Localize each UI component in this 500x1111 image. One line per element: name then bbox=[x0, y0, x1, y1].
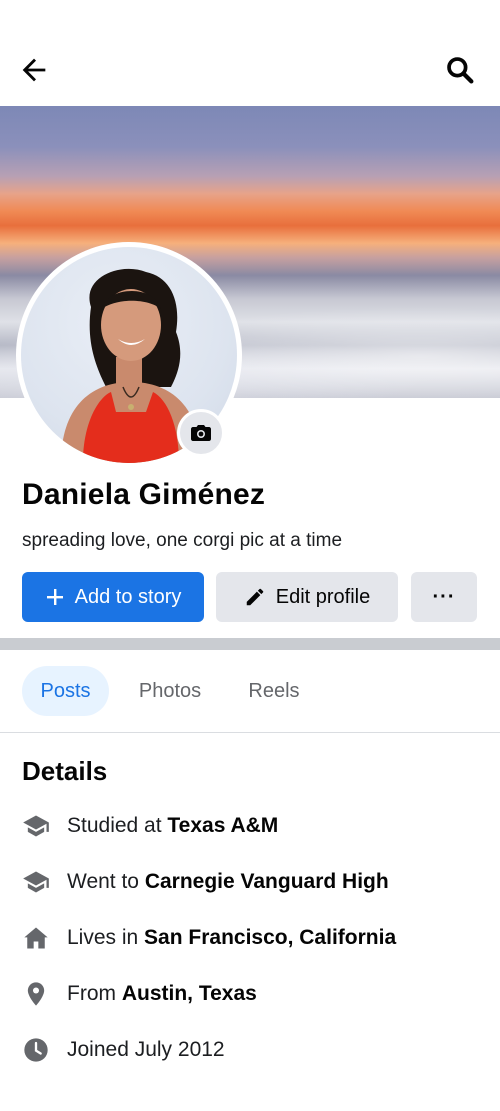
detail-value: San Francisco, California bbox=[144, 926, 397, 949]
edit-profile-label: Edit profile bbox=[275, 585, 371, 608]
profile-bio: spreading love, one corgi pic at a time bbox=[22, 530, 343, 551]
camera-icon bbox=[191, 425, 211, 441]
search-button[interactable] bbox=[438, 48, 482, 92]
detail-education-college[interactable]: Studied at Texas A&M bbox=[22, 810, 278, 842]
section-divider bbox=[0, 638, 500, 650]
tab-photos[interactable]: Photos bbox=[124, 666, 216, 716]
detail-prefix: Studied at bbox=[67, 814, 168, 837]
top-bar bbox=[0, 0, 500, 106]
details-heading: Details bbox=[22, 756, 108, 786]
detail-prefix: From bbox=[67, 982, 122, 1005]
location-pin-icon bbox=[22, 980, 50, 1008]
tab-reels[interactable]: Reels bbox=[232, 666, 316, 716]
graduation-cap-icon bbox=[22, 868, 50, 896]
more-options-button[interactable]: ··· bbox=[411, 572, 477, 622]
detail-prefix: Went to bbox=[67, 870, 145, 893]
plus-icon bbox=[46, 589, 63, 605]
detail-hometown[interactable]: From Austin, Texas bbox=[22, 978, 257, 1010]
detail-joined: Joined July 2012 bbox=[22, 1034, 225, 1066]
graduation-cap-icon bbox=[22, 812, 50, 840]
detail-prefix: Joined July 2012 bbox=[67, 1038, 225, 1061]
detail-value: Texas A&M bbox=[167, 814, 279, 837]
back-button[interactable] bbox=[12, 48, 56, 92]
profile-tabs: Posts Photos Reels bbox=[0, 650, 500, 732]
profile-name: Daniela Giménez bbox=[22, 478, 266, 511]
pencil-icon bbox=[246, 588, 264, 606]
add-to-story-button[interactable]: Add to story bbox=[22, 572, 204, 622]
detail-current-city[interactable]: Lives in San Francisco, California bbox=[22, 922, 396, 954]
clock-icon bbox=[22, 1036, 50, 1064]
add-to-story-label: Add to story bbox=[74, 585, 182, 608]
detail-value: Austin, Texas bbox=[121, 982, 257, 1005]
change-photo-button[interactable] bbox=[177, 409, 225, 457]
detail-value: Carnegie Vanguard High bbox=[144, 870, 389, 893]
arrow-left-icon bbox=[22, 58, 46, 82]
more-icon: ··· bbox=[432, 585, 456, 608]
tab-posts[interactable]: Posts bbox=[22, 666, 109, 716]
detail-prefix: Lives in bbox=[67, 926, 145, 949]
tabs-divider bbox=[0, 732, 500, 733]
detail-education-highschool[interactable]: Went to Carnegie Vanguard High bbox=[22, 866, 389, 898]
edit-profile-button[interactable]: Edit profile bbox=[216, 572, 398, 622]
home-icon bbox=[22, 924, 50, 952]
search-icon bbox=[447, 57, 474, 84]
